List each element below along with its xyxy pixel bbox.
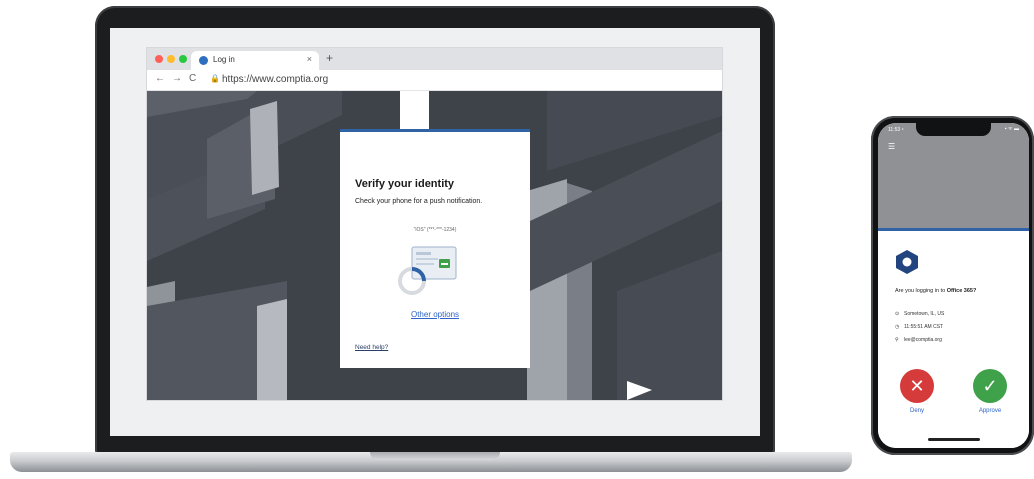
new-tab-button[interactable]: + — [326, 51, 333, 65]
dialog-title: Verify your identity — [355, 178, 455, 190]
question-app: Office 365? — [946, 288, 977, 294]
need-help-link[interactable]: Need help? — [355, 344, 388, 351]
tab-bar: Log in × + — [147, 48, 722, 70]
location-pin-icon: ⊙ — [895, 311, 900, 317]
lock-icon: 🔒 — [210, 74, 220, 83]
location-row: ⊙ Sometown, IL, US — [895, 311, 944, 317]
clock-icon: ◷ — [895, 324, 900, 330]
forward-arrow-icon[interactable]: → — [172, 73, 182, 84]
browser-window: Log in × + ← → C 🔒 https://www.comptia.o… — [147, 48, 722, 400]
laptop-opening-notch — [370, 452, 500, 460]
time-text: 11:55:51 AM CST — [904, 324, 944, 330]
tab-title: Log in — [213, 55, 235, 64]
menu-icon[interactable]: ☰ — [888, 142, 895, 151]
deny-button[interactable]: ✕ — [900, 369, 934, 403]
home-indicator — [928, 438, 980, 441]
approve-button[interactable]: ✓ — [973, 369, 1007, 403]
maximize-window-dot[interactable] — [179, 55, 187, 63]
deny-label[interactable]: Deny — [897, 408, 937, 414]
question-text: Are you logging in to — [895, 288, 947, 294]
login-page-background: Verify your identity Check your phone fo… — [147, 91, 722, 400]
minimize-window-dot[interactable] — [167, 55, 175, 63]
site-favicon-icon — [199, 56, 208, 65]
back-arrow-icon[interactable]: ← — [155, 73, 165, 84]
dialog-subtitle: Check your phone for a push notification… — [355, 198, 483, 205]
status-time: 11:53 ⁴ — [888, 127, 904, 133]
other-options-link[interactable]: Other options — [340, 310, 530, 319]
verify-identity-dialog: Verify your identity Check your phone fo… — [340, 129, 530, 368]
phone-header-area: 11:53 ⁴ ▪ ᯤ ▬ ☰ — [878, 123, 1029, 228]
address-bar: ← → C 🔒 https://www.comptia.org — [147, 70, 722, 91]
tab-close-icon[interactable]: × — [307, 54, 312, 64]
device-label: "iOS" (***-***-1234) — [413, 227, 457, 233]
close-window-dot[interactable] — [155, 55, 163, 63]
push-notification-illustration-icon — [398, 246, 457, 295]
approval-card: Are you logging in to Office 365? ⊙ Somet… — [878, 228, 1029, 448]
time-row: ◷ 11:55:51 AM CST — [895, 324, 943, 330]
phone-screen: 11:53 ⁴ ▪ ᯤ ▬ ☰ Are you logging in to Of… — [878, 123, 1029, 448]
status-icons: ▪ ᯤ ▬ — [1004, 126, 1019, 132]
authenticator-hexagon-icon — [896, 250, 918, 274]
url-field[interactable]: https://www.comptia.org — [222, 74, 328, 85]
user-text: lee@comptia.org — [904, 337, 942, 343]
approve-label[interactable]: Approve — [970, 408, 1010, 414]
phone-notch — [916, 123, 991, 136]
reload-icon[interactable]: C — [189, 73, 196, 84]
location-text: Sometown, IL, US — [904, 311, 945, 317]
login-question: Are you logging in to Office 365? — [895, 288, 976, 294]
user-icon: ⚲ — [895, 337, 899, 343]
browser-tab[interactable]: Log in × — [191, 51, 319, 70]
user-row: ⚲ lee@comptia.org — [895, 337, 942, 343]
